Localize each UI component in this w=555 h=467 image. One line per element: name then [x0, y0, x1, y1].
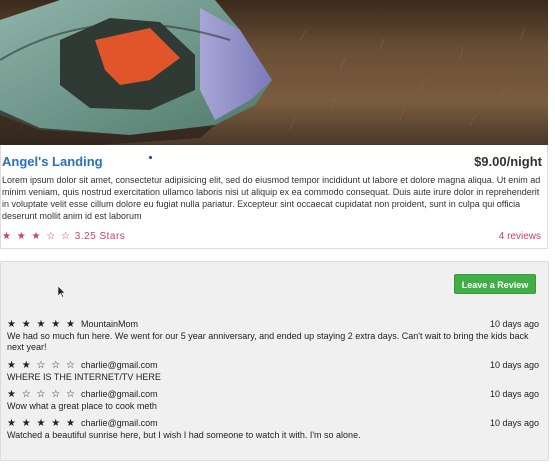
review-body: We had so much fun here. We went for our… — [7, 331, 529, 352]
listing-rating: ★ ★ ★ ☆ ☆ 3.25 Stars — [2, 231, 125, 242]
mouse-cursor-icon — [58, 286, 66, 298]
review-author: MountainMom — [80, 319, 138, 329]
rating-label: 3.25 Stars — [74, 231, 126, 242]
review-stars-icon: ★ ★ ★ ★ ★ — [7, 319, 77, 330]
listing-title[interactable]: Angel's Landing — [2, 154, 103, 169]
review-body: WHERE IS THE INTERNET/TV HERE — [7, 372, 161, 382]
review-body: Watched a beautiful sunrise here, but I … — [7, 430, 361, 440]
review-author: charlie@gmail.com — [80, 360, 158, 370]
review-time: 10 days ago — [489, 360, 539, 370]
listing-price: $9.00/night — [474, 154, 542, 169]
review-stars-icon: ★ ★ ★ ★ ★ — [7, 418, 77, 429]
reviews-count-link[interactable]: 4 reviews — [499, 231, 541, 242]
leave-review-button[interactable]: Leave a Review — [454, 274, 536, 294]
review-item: ★ ★ ★ ★ ★ charlie@gmail.com 10 days ago … — [7, 417, 539, 441]
review-author: charlie@gmail.com — [80, 389, 158, 399]
review-author: charlie@gmail.com — [80, 418, 158, 428]
review-item: ★ ★ ☆ ☆ ☆ charlie@gmail.com 10 days ago … — [7, 359, 539, 383]
review-time: 10 days ago — [489, 319, 539, 329]
decorative-dot — [149, 156, 152, 159]
review-time: 10 days ago — [489, 418, 539, 428]
review-stars-icon: ★ ★ ☆ ☆ ☆ — [7, 360, 77, 371]
listing-hero-image — [0, 0, 548, 145]
review-item: ★ ☆ ☆ ☆ ☆ charlie@gmail.com 10 days ago … — [7, 388, 539, 412]
listing-description: Lorem ipsum dolor sit amet, consectetur … — [2, 175, 541, 221]
rating-stars-icon: ★ ★ ★ ☆ ☆ — [2, 231, 72, 242]
review-stars-icon: ★ ☆ ☆ ☆ ☆ — [7, 389, 77, 400]
tent-photo — [0, 0, 548, 145]
reviews-panel: Leave a Review ★ ★ ★ ★ ★ MountainMom 10 … — [0, 261, 549, 461]
review-time: 10 days ago — [489, 389, 539, 399]
review-body: Wow what a great place to cook meth — [7, 401, 157, 411]
review-item: ★ ★ ★ ★ ★ MountainMom 10 days ago We had… — [7, 318, 539, 353]
listing-card: Angel's Landing $9.00/night Lorem ipsum … — [0, 145, 548, 249]
